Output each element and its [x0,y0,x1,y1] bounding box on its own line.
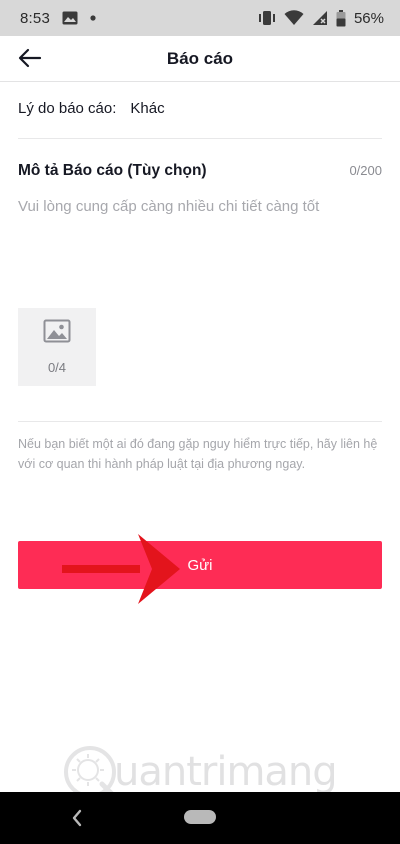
safety-notice: Nếu bạn biết một ai đó đang gặp nguy hiể… [18,437,378,471]
page-title: Báo cáo [166,48,234,68]
battery-icon [336,9,346,27]
status-left: 8:53 [20,10,96,27]
add-image-button[interactable]: 0/4 [18,308,96,386]
dot-icon [90,15,96,21]
report-reason-row[interactable]: Lý do báo cáo: Khác [18,100,382,117]
description-title: Mô tả Báo cáo (Tùy chọn) [18,162,207,179]
header: Báo cáo [0,36,400,82]
arrow-left-icon [18,48,42,73]
divider [18,138,382,139]
reason-label: Lý do báo cáo: [18,100,117,117]
vibrate-icon [258,10,276,26]
system-home-button[interactable] [184,810,216,824]
back-button[interactable] [14,44,46,76]
description-input[interactable] [18,198,382,294]
reason-value: Khác [130,100,165,117]
system-back-button[interactable] [66,806,88,830]
image-counter: 0/4 [47,360,67,375]
submit-label: Gửi [187,556,213,574]
wifi-icon [284,10,304,26]
chevron-left-icon [72,809,82,827]
description-header: Mô tả Báo cáo (Tùy chọn) 0/200 [18,162,382,180]
submit-button[interactable]: Gửi [18,541,382,589]
image-placeholder-icon [43,319,71,348]
battery-percent: 56% [353,9,384,27]
no-sim-icon [312,10,328,26]
system-navigation-bar [0,792,400,844]
watermark-text: uantrimang [114,749,338,795]
image-icon [62,11,78,25]
divider [18,421,382,422]
status-right: 56% [258,9,384,27]
status-time: 8:53 [20,9,50,27]
description-counter: 0/200 [349,163,382,178]
status-bar: 8:53 56% [0,0,400,36]
